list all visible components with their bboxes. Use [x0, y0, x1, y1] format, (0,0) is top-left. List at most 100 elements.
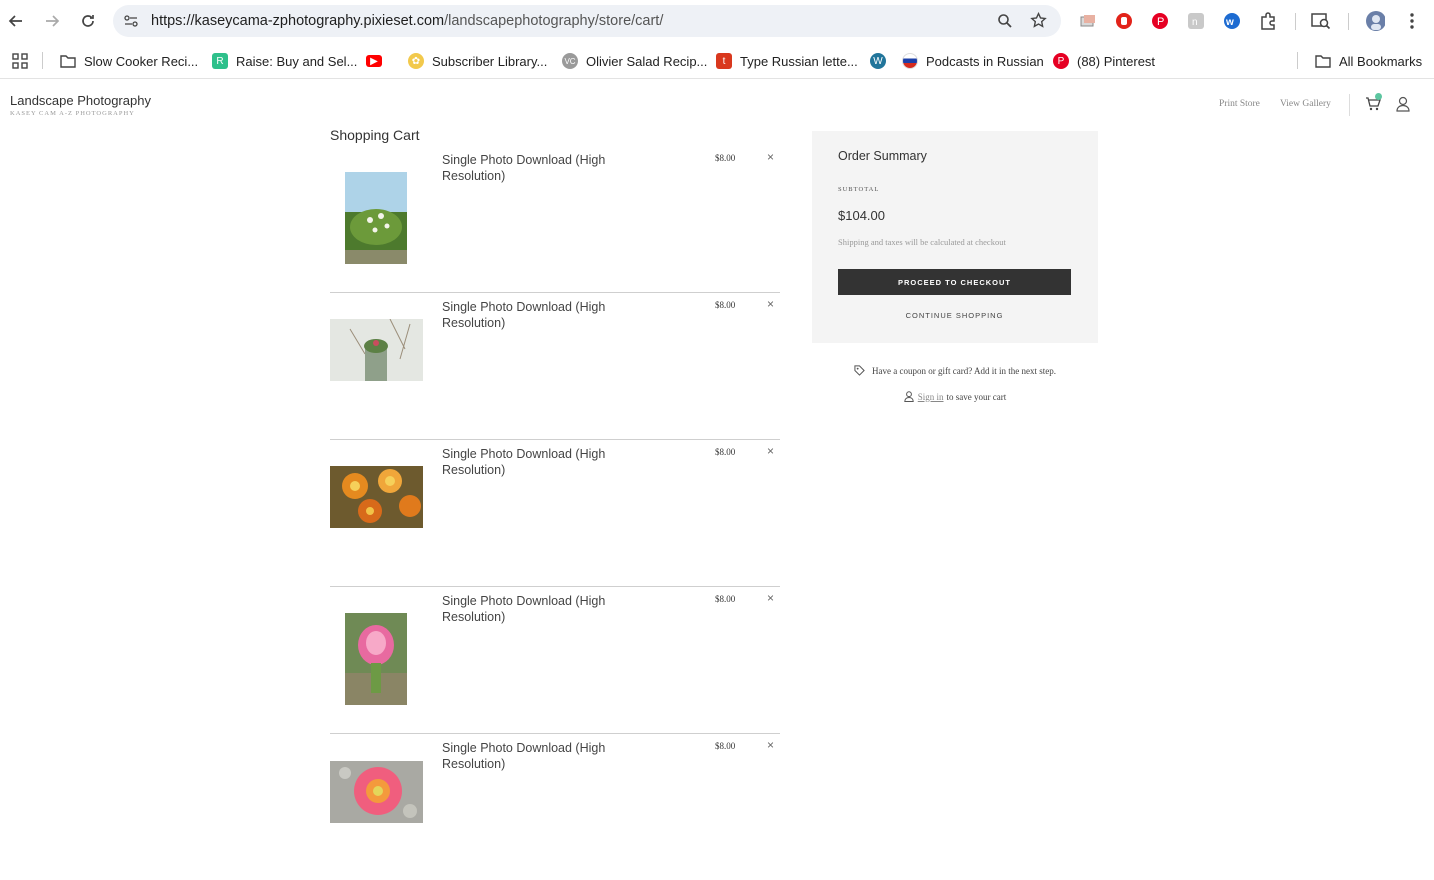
- folder-icon: [60, 53, 76, 69]
- url-host: https://kaseycama-zphotography.pixieset.…: [151, 13, 445, 29]
- bookmark-subscriber-library[interactable]: ✿ Subscriber Library...: [408, 51, 547, 71]
- shipping-note: Shipping and taxes will be calculated at…: [838, 237, 1006, 247]
- tag-icon: [854, 365, 865, 376]
- extension-pinterest-icon[interactable]: P: [1150, 11, 1170, 31]
- cart-item: Single Photo Download (High Resolution) …: [330, 292, 780, 440]
- bookmark-slow-cooker[interactable]: Slow Cooker Reci...: [60, 51, 198, 71]
- photo-thumbnail[interactable]: [330, 319, 423, 381]
- item-price: $8.00: [715, 153, 736, 163]
- item-price: $8.00: [715, 300, 736, 310]
- photo-thumbnail[interactable]: [330, 761, 423, 823]
- account-user-icon[interactable]: [1396, 96, 1410, 117]
- reading-mode-icon[interactable]: [1311, 11, 1331, 31]
- t-icon: t: [716, 53, 732, 69]
- all-bookmarks-label: All Bookmarks: [1339, 53, 1423, 69]
- all-bookmarks-button[interactable]: All Bookmarks: [1315, 51, 1422, 71]
- address-bar[interactable]: https://kaseycama-zphotography.pixieset.…: [113, 5, 1061, 37]
- flower-icon: ✿: [408, 53, 424, 69]
- forward-button[interactable]: [40, 9, 64, 33]
- back-button[interactable]: [4, 9, 28, 33]
- signin-note: Sign in to save your cart: [812, 391, 1098, 402]
- item-name: Single Photo Download (High Resolution): [442, 153, 606, 183]
- browser-toolbar: https://kaseycama-zphotography.pixieset.…: [0, 0, 1434, 42]
- subtotal-label: SUBTOTAL: [838, 186, 880, 193]
- back-arrow-icon: [8, 15, 22, 27]
- item-name: Single Photo Download (High Resolution): [442, 594, 606, 624]
- shopping-cart-title: Shopping Cart: [330, 127, 420, 143]
- order-summary-title: Order Summary: [838, 149, 927, 163]
- remove-item-button[interactable]: ×: [767, 738, 774, 752]
- photo-thumbnail[interactable]: [330, 466, 423, 528]
- extension-w-icon[interactable]: w: [1222, 11, 1242, 31]
- remove-item-button[interactable]: ×: [767, 444, 774, 458]
- pinterest-icon: P: [1053, 53, 1069, 69]
- svg-text:w: w: [1225, 17, 1234, 28]
- reload-icon: [82, 15, 94, 27]
- raise-icon: R: [212, 53, 228, 69]
- item-name: Single Photo Download (High Resolution): [442, 741, 606, 771]
- bookmark-wordpress[interactable]: W: [870, 51, 894, 71]
- coupon-text: Have a coupon or gift card? Add it in th…: [872, 365, 1056, 376]
- browser-menu-icon[interactable]: [1402, 11, 1422, 31]
- bookmarks-bar: Slow Cooker Reci... R Raise: Buy and Sel…: [0, 43, 1434, 79]
- russia-flag-icon: [902, 53, 918, 69]
- extension-slides-icon[interactable]: [1078, 11, 1098, 31]
- extension-gray-icon[interactable]: n: [1186, 11, 1206, 31]
- bookmark-label: Type Russian lette...: [740, 53, 858, 69]
- site-settings-icon: [124, 15, 138, 27]
- signin-text: to save your cart: [946, 391, 1007, 402]
- bookmark-label: Subscriber Library...: [432, 53, 548, 69]
- nav-divider: [1349, 94, 1350, 116]
- remove-item-button[interactable]: ×: [767, 297, 774, 311]
- bookmark-youtube[interactable]: ▶: [366, 51, 390, 71]
- bookmarks-divider: [1297, 52, 1298, 69]
- reload-button[interactable]: [76, 9, 100, 33]
- extensions-puzzle-icon[interactable]: [1258, 11, 1278, 31]
- bookmark-label: (88) Pinterest: [1077, 53, 1156, 69]
- coupon-note: Have a coupon or gift card? Add it in th…: [812, 365, 1098, 376]
- bookmark-star-icon: [1030, 12, 1047, 28]
- continue-shopping-button[interactable]: CONTINUE SHOPPING: [838, 311, 1071, 320]
- svg-text:n: n: [1192, 17, 1198, 28]
- bookmark-label: Raise: Buy and Sel...: [236, 53, 358, 69]
- toolbar-divider: [1348, 13, 1349, 30]
- bookmark-type-russian[interactable]: t Type Russian lette...: [716, 51, 858, 71]
- cart-item: Single Photo Download (High Resolution) …: [330, 733, 780, 880]
- cart-item: Single Photo Download (High Resolution) …: [330, 439, 780, 587]
- nav-print-store[interactable]: Print Store: [1219, 99, 1260, 109]
- cart-item: Single Photo Download (High Resolution) …: [330, 145, 780, 293]
- bookmark-label: Slow Cooker Reci...: [84, 53, 199, 69]
- extension-stop-icon[interactable]: [1114, 11, 1134, 31]
- vc-icon: VC: [562, 53, 578, 69]
- bookmark-olivier-salad[interactable]: VC Olivier Salad Recip...: [562, 51, 707, 71]
- bookmark-podcasts-russian[interactable]: Podcasts in Russian: [902, 51, 1044, 71]
- nav-view-gallery[interactable]: View Gallery: [1280, 99, 1331, 109]
- profile-avatar-icon[interactable]: [1365, 11, 1385, 31]
- bookmark-raise[interactable]: R Raise: Buy and Sel...: [212, 51, 357, 71]
- bookmark-pinterest[interactable]: P (88) Pinterest: [1053, 51, 1155, 71]
- apps-grid-icon[interactable]: [12, 51, 28, 71]
- bookmark-label: Olivier Salad Recip...: [586, 53, 708, 69]
- site-title[interactable]: Landscape Photography: [10, 93, 151, 108]
- proceed-to-checkout-button[interactable]: PROCEED TO CHECKOUT: [838, 269, 1071, 295]
- remove-item-button[interactable]: ×: [767, 591, 774, 605]
- photo-thumbnail[interactable]: [345, 172, 407, 264]
- zoom-icon: [998, 14, 1012, 28]
- item-price: $8.00: [715, 447, 736, 457]
- bookmark-label: Podcasts in Russian: [926, 53, 1044, 69]
- url-path: /landscapephotography/store/cart/: [444, 13, 664, 29]
- cart-badge: [1375, 93, 1382, 100]
- site-subtitle: KASEY CAM A-Z PHOTOGRAPHY: [10, 110, 135, 117]
- youtube-icon: ▶: [366, 55, 382, 67]
- cart-icon[interactable]: [1365, 93, 1382, 117]
- remove-item-button[interactable]: ×: [767, 150, 774, 164]
- url-text[interactable]: https://kaseycama-zphotography.pixieset.…: [151, 13, 663, 29]
- item-name: Single Photo Download (High Resolution): [442, 447, 606, 477]
- toolbar-divider: [1295, 13, 1296, 30]
- subtotal-amount: $104.00: [838, 208, 885, 223]
- photo-thumbnail[interactable]: [345, 613, 407, 705]
- forward-arrow-icon: [46, 15, 60, 27]
- sign-in-link[interactable]: Sign in: [918, 392, 944, 402]
- wordpress-icon: W: [870, 53, 886, 69]
- item-price: $8.00: [715, 594, 736, 604]
